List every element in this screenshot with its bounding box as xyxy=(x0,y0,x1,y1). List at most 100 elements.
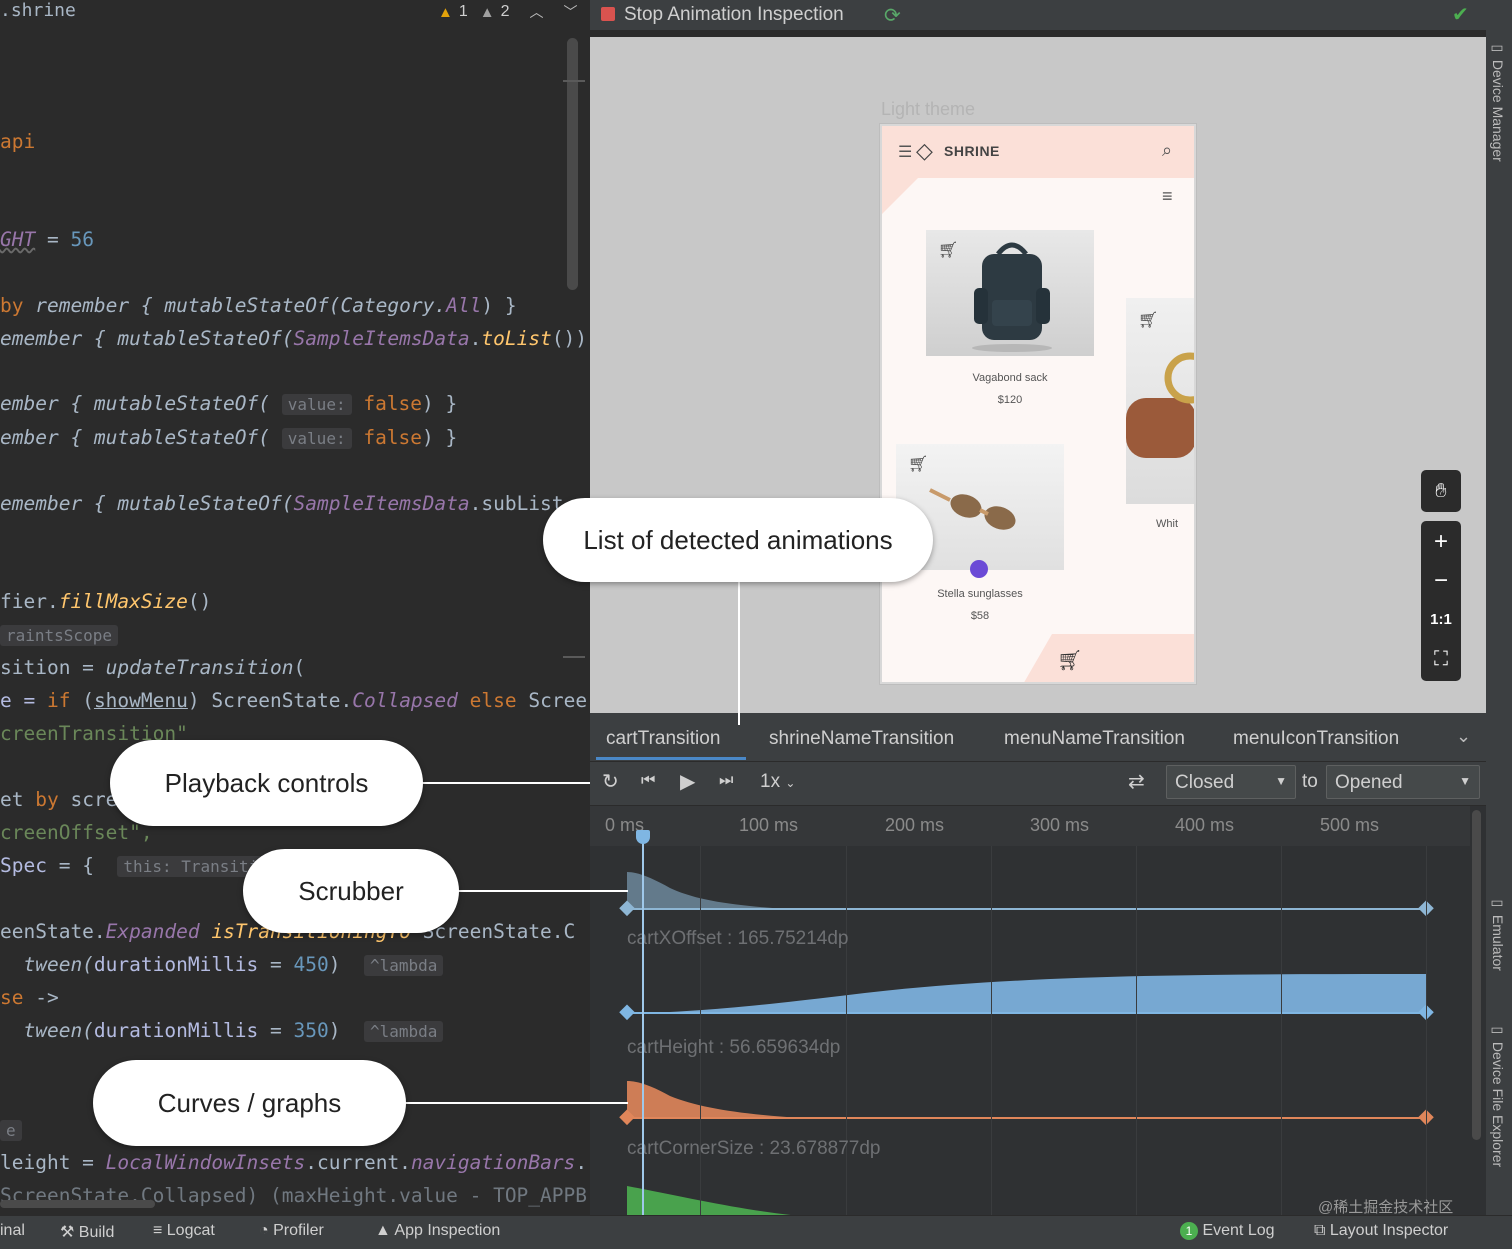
zoom-in-button[interactable]: + xyxy=(1421,523,1461,561)
editor-header: .shrine ▲ 1 ▲ 2 ︿ ﹀ xyxy=(0,0,590,28)
filter-icon: ≡ xyxy=(1162,186,1173,206)
event-log-tab[interactable]: 1 Event Log xyxy=(1180,1222,1275,1240)
next-highlight-icon[interactable]: ﹀ xyxy=(564,2,578,22)
stop-icon[interactable] xyxy=(601,7,615,21)
callout-connector xyxy=(402,1102,628,1104)
dropdown-arrow-icon: ▼ xyxy=(1275,774,1287,788)
product-name: Vagabond sack xyxy=(972,372,1048,384)
to-label: to xyxy=(1302,771,1318,792)
checkmark-icon: ✔ xyxy=(1452,4,1469,26)
editor-horizontal-scrollbar[interactable] xyxy=(0,1200,155,1208)
property-label: cartXOffset : 165.75214dp xyxy=(627,928,849,949)
cart-icon: 🛒︎ xyxy=(1057,650,1083,672)
tick-label: 100 ms xyxy=(739,815,799,835)
code-line: e xyxy=(0,1118,22,1143)
product-name: Stella sunglasses xyxy=(937,588,1023,600)
callout-connector xyxy=(420,782,590,784)
code-line: emember { mutableStateOf(SampleItemsData… xyxy=(0,327,588,350)
from-state-select[interactable]: Closed ▼ xyxy=(1166,765,1296,799)
cart-height-curve xyxy=(627,974,1426,1013)
code-line: se -> xyxy=(0,986,59,1009)
code-line: ember { mutableStateOf( value: false) } xyxy=(0,392,458,415)
emulator-icon: ▭ xyxy=(1490,895,1506,915)
chevron-down-icon[interactable]: ⌄ xyxy=(1456,726,1471,747)
product-image xyxy=(1126,298,1194,504)
scrubber-handle[interactable] xyxy=(636,830,650,844)
inspection-widget[interactable]: ▲ 1 ▲ 2 ︿ ﹀ xyxy=(438,2,578,22)
warning-count: 1 xyxy=(458,3,468,20)
product-price: $120 xyxy=(997,394,1023,406)
add-to-cart-icon: 🛒︎ xyxy=(938,242,959,259)
tab-menu-name-transition[interactable]: menuNameTransition xyxy=(1004,728,1185,750)
build-tab[interactable]: ⚒ Build xyxy=(60,1222,114,1242)
folder-icon: ▭ xyxy=(1490,1022,1506,1042)
callout-connector xyxy=(738,580,740,725)
code-line: fier.fillMaxSize() xyxy=(0,590,212,613)
gutter-marker xyxy=(563,80,585,82)
tab-menu-icon-transition[interactable]: menuIconTransition xyxy=(1233,728,1399,750)
callout-connector xyxy=(455,890,628,892)
code-editor[interactable]: .shrine ▲ 1 ▲ 2 ︿ ﹀ api GHT = 56 by reme… xyxy=(0,0,590,1215)
app-inspection-tab[interactable]: ▲ App Inspection xyxy=(375,1222,500,1240)
device-file-explorer-tab[interactable]: ▭ Device File Explorer xyxy=(1490,1022,1506,1167)
skip-to-start-icon[interactable]: ⏮︎ xyxy=(641,772,655,790)
loop-icon[interactable]: ↻ xyxy=(602,769,619,794)
tick-label: 400 ms xyxy=(1175,815,1235,835)
zoom-actual-size-button[interactable]: 1:1 xyxy=(1421,601,1461,639)
weak-warning-icon: ▲ xyxy=(479,3,495,21)
layout-inspector-tab[interactable]: ⧉ Layout Inspector xyxy=(1314,1222,1448,1240)
terminal-tab[interactable]: inal xyxy=(0,1222,25,1240)
code-line: leight = LocalWindowInsets.current.navig… xyxy=(0,1151,588,1174)
hammer-icon: ⚒ xyxy=(60,1224,79,1241)
callout-scrubber: Scrubber xyxy=(243,849,459,933)
device-manager-tab[interactable]: ▭ Device Manager xyxy=(1490,40,1506,162)
weak-warning-count: 2 xyxy=(500,3,510,20)
gutter-marker xyxy=(563,656,585,658)
previous-highlight-icon[interactable]: ︿ xyxy=(530,2,544,22)
zoom-to-fit-icon[interactable]: ⛶ xyxy=(1421,640,1461,678)
cart-x-offset-curve xyxy=(627,872,800,910)
emulator-tab[interactable]: ▭ Emulator xyxy=(1490,895,1506,971)
stop-animation-inspection-button[interactable]: Stop Animation Inspection xyxy=(624,4,844,26)
product-name: Whit xyxy=(1156,518,1178,530)
callout-animations-list: List of detected animations xyxy=(543,498,933,582)
add-to-cart-icon: 🛒︎ xyxy=(1138,312,1159,329)
profiler-tab[interactable]: ◔ Profiler xyxy=(259,1222,324,1240)
shrine-diamond-icon: ◇ xyxy=(916,138,933,163)
android-icon: ▲ xyxy=(375,1222,395,1239)
swap-states-icon[interactable]: ⇄ xyxy=(1128,769,1145,794)
tick-label: 200 ms xyxy=(885,815,945,835)
scrubber-line[interactable] xyxy=(642,836,644,1215)
playback-speed-dropdown[interactable]: 1x ⌄ xyxy=(760,771,795,793)
zoom-out-button[interactable]: − xyxy=(1421,562,1461,600)
timeline-scrollbar[interactable] xyxy=(1472,810,1481,1140)
tab-cart-transition[interactable]: cartTransition xyxy=(606,728,720,750)
brand-badge-icon xyxy=(970,560,988,578)
logcat-tab[interactable]: ≡ Logcat xyxy=(153,1222,215,1240)
code-line: emember { mutableStateOf(SampleItemsData… xyxy=(0,492,564,515)
gauge-icon: ◔ xyxy=(259,1222,274,1239)
callout-playback-controls: Playback controls xyxy=(110,740,423,826)
app-title: SHRINE xyxy=(944,143,1000,159)
tab-shrine-name-transition[interactable]: shrineNameTransition xyxy=(769,728,954,750)
code-line: sition = updateTransition( xyxy=(0,656,306,679)
belt-image xyxy=(1126,352,1194,458)
product-price: $58 xyxy=(970,610,990,622)
editor-scrollbar[interactable] xyxy=(567,38,578,290)
fourth-curve xyxy=(627,1186,791,1215)
play-icon[interactable]: ▶ xyxy=(680,769,695,794)
tick-label: 300 ms xyxy=(1030,815,1090,835)
layout-inspector-icon: ⧉ xyxy=(1314,1222,1330,1239)
skip-to-end-icon[interactable]: ⏭︎ xyxy=(719,772,733,790)
code-line: api xyxy=(0,130,36,153)
event-log-badge-icon: 1 xyxy=(1180,1222,1198,1240)
grid-line xyxy=(991,846,992,1215)
grid-line xyxy=(1426,846,1427,1215)
to-state-select[interactable]: Opened ▼ xyxy=(1326,765,1480,799)
cart-corner-size-curve xyxy=(627,1081,800,1118)
device-preview: ☰ ◇ SHRINE ⌕ ≡ 🛒︎ Vagabond sack $120 🛒︎ … xyxy=(880,124,1196,684)
refresh-icon[interactable]: ⟳ xyxy=(884,3,901,28)
app-top-bar-cut xyxy=(882,178,918,214)
pan-hand-icon[interactable]: ✋︎ xyxy=(1421,470,1461,512)
menu-icon: ☰ xyxy=(898,144,913,161)
